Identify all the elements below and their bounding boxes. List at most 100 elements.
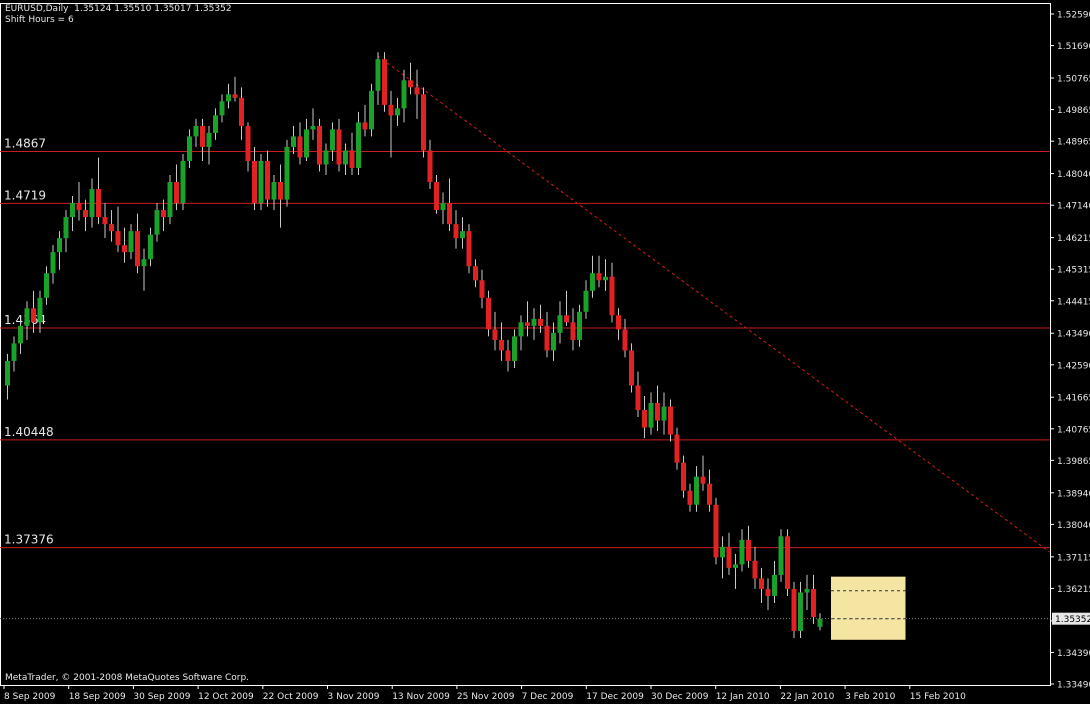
candle-up: [603, 276, 608, 281]
candle-down: [622, 329, 628, 351]
candle-up: [148, 234, 153, 260]
candle-down: [408, 80, 413, 88]
candle-up: [206, 132, 212, 147]
candle-down: [726, 546, 732, 568]
candle-up: [369, 90, 374, 130]
x-tick-label: 17 Dec 2009: [586, 692, 644, 702]
candle-up: [11, 343, 17, 361]
candle-down: [785, 536, 790, 589]
candle-up: [89, 189, 95, 218]
candle-down: [265, 160, 270, 200]
highlight-box: [831, 576, 906, 640]
y-tick-label: 1.40765: [1057, 425, 1090, 435]
candle-up: [57, 238, 62, 253]
y-tick-label: 1.37115: [1057, 553, 1090, 563]
candle-up: [356, 122, 361, 168]
candle-down: [349, 150, 355, 168]
candle-down: [629, 350, 634, 386]
candle-up: [577, 311, 582, 340]
candle-up: [401, 80, 407, 109]
chart-header-symbol: EURUSD,Daily 1.35124 1.35510 1.35017 1.3…: [5, 4, 232, 14]
candle-down: [174, 182, 179, 204]
candle-up: [583, 290, 589, 312]
candle-down: [791, 588, 797, 632]
x-tick-label: 30 Dec 2009: [651, 692, 709, 702]
candle-down: [115, 231, 121, 246]
candle-down: [109, 224, 114, 232]
candle-up: [343, 150, 348, 165]
y-tick-label: 1.44415: [1057, 297, 1090, 307]
candle-down: [746, 539, 751, 561]
candle-down: [609, 276, 615, 316]
candle-up: [24, 308, 30, 326]
candle-up: [330, 129, 335, 151]
candle-up: [213, 115, 218, 133]
y-tick-label: 1.47140: [1057, 202, 1090, 212]
candle-down: [479, 280, 485, 298]
candle-up: [219, 101, 225, 116]
y-tick-label: 1.38040: [1057, 521, 1090, 531]
candle-down: [486, 297, 491, 330]
candle-up: [304, 129, 309, 158]
candle-down: [700, 476, 706, 484]
trendline[interactable]: [377, 55, 1051, 553]
candle-up: [18, 325, 23, 344]
x-tick-label: 12 Oct 2009: [198, 692, 254, 702]
candle-down: [232, 94, 238, 98]
candle-down: [252, 160, 257, 204]
candle-down: [31, 308, 36, 323]
candle-down: [570, 322, 576, 340]
candle-down: [466, 231, 472, 267]
price-chart[interactable]: 1.48671.47191.43641.404481.373761.525901…: [0, 0, 1090, 704]
x-tick-label: 15 Feb 2010: [910, 692, 966, 702]
x-tick-label: 12 Jan 2010: [716, 692, 770, 702]
candle-down: [473, 266, 478, 281]
candle-up: [531, 318, 537, 326]
candle-down: [499, 339, 504, 351]
y-tick-label: 1.34390: [1057, 649, 1090, 659]
candle-up: [50, 252, 56, 274]
candle-up: [778, 536, 784, 575]
candle-up: [518, 322, 524, 337]
candle-down: [674, 434, 680, 463]
candle-up: [167, 182, 173, 218]
candle-up: [395, 108, 400, 116]
y-tick-label: 1.49865: [1057, 106, 1090, 116]
candle-up: [460, 231, 465, 239]
candle-up: [258, 160, 264, 204]
candle-down: [492, 329, 498, 340]
candle-up: [271, 182, 277, 200]
candle-down: [76, 203, 82, 211]
candle-up: [733, 564, 738, 568]
candle-down: [811, 588, 816, 617]
candle-down: [434, 182, 439, 211]
candle-up: [661, 406, 667, 421]
candle-down: [421, 94, 426, 151]
candle-down: [752, 560, 758, 579]
y-tick-label: 1.45315: [1057, 266, 1090, 276]
y-tick-label: 1.33490: [1057, 681, 1090, 691]
candle-down: [382, 59, 387, 105]
candle-down: [707, 483, 712, 505]
y-tick-label: 1.46215: [1057, 234, 1090, 244]
candle-down: [544, 325, 550, 351]
candle-down: [655, 403, 660, 421]
candle-up: [590, 273, 595, 291]
candle-up: [154, 210, 160, 235]
candle-down: [83, 210, 88, 218]
candle-down: [135, 231, 140, 267]
candle-up: [739, 539, 745, 565]
x-tick-label: 22 Oct 2009: [263, 692, 319, 702]
candle-up: [772, 574, 777, 596]
candle-down: [122, 245, 127, 253]
y-tick-label: 1.36215: [1057, 585, 1090, 595]
y-tick-label: 1.51690: [1057, 42, 1090, 52]
level-label: 1.4719: [4, 188, 46, 202]
candle-up: [284, 146, 290, 200]
x-tick-label: 13 Nov 2009: [392, 692, 450, 702]
candle-down: [427, 150, 433, 183]
y-tick-label: 1.42590: [1057, 361, 1090, 371]
candle-up: [193, 125, 199, 137]
x-tick-label: 3 Feb 2010: [845, 692, 896, 702]
x-tick-label: 18 Sep 2009: [69, 692, 126, 702]
